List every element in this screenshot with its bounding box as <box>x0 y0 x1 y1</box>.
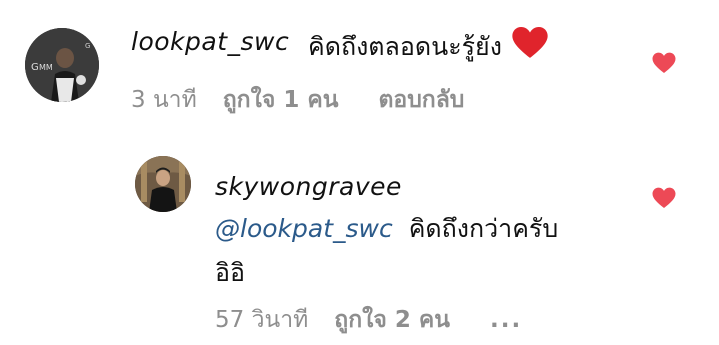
like-heart-icon[interactable] <box>652 52 676 74</box>
red-heart-emoji-icon <box>512 27 548 58</box>
like-heart-icon[interactable] <box>652 187 676 209</box>
reply-text-line-2: อิอิ <box>215 258 246 287</box>
reply-time: 57 วินาที <box>215 307 309 333</box>
likes-count[interactable]: ถูกใจ 1 คน <box>223 87 339 113</box>
avatar[interactable]: G MM G <box>25 28 99 102</box>
comment-text: คิดถึงตลอดนะรู้ยัง <box>308 27 548 67</box>
reply-meta: 57 วินาที ถูกใจ 2 คน... <box>215 302 522 338</box>
comment-time: 3 นาที <box>131 87 197 113</box>
svg-text:MM: MM <box>39 63 53 72</box>
reply-body: คิดถึงกว่าครับ <box>408 214 559 243</box>
avatar[interactable] <box>135 156 191 212</box>
comment-item: G MM G lookpat_swc คิดถึงตลอดนะรู้ยัง 3 … <box>0 0 719 120</box>
svg-text:G: G <box>85 42 90 50</box>
reply-button[interactable]: ตอบกลับ <box>378 87 464 113</box>
reply-text-line-1: @lookpat_swc คิดถึงกว่าครับ <box>215 209 558 249</box>
likes-count[interactable]: ถูกใจ 2 คน <box>334 307 450 333</box>
comment-body: คิดถึงตลอดนะรู้ยัง <box>308 32 502 61</box>
reply-item: skywongravee @lookpat_swc คิดถึงกว่าครับ… <box>0 150 719 345</box>
comment-meta: 3 นาที ถูกใจ 1 คน ตอบกลับ <box>131 82 464 118</box>
reply-username[interactable]: skywongravee <box>215 172 402 201</box>
svg-text:G: G <box>31 62 39 73</box>
mention-link[interactable]: @lookpat_swc <box>215 214 393 243</box>
comment-username[interactable]: lookpat_swc <box>131 27 289 56</box>
more-options-button[interactable]: ... <box>490 307 522 333</box>
